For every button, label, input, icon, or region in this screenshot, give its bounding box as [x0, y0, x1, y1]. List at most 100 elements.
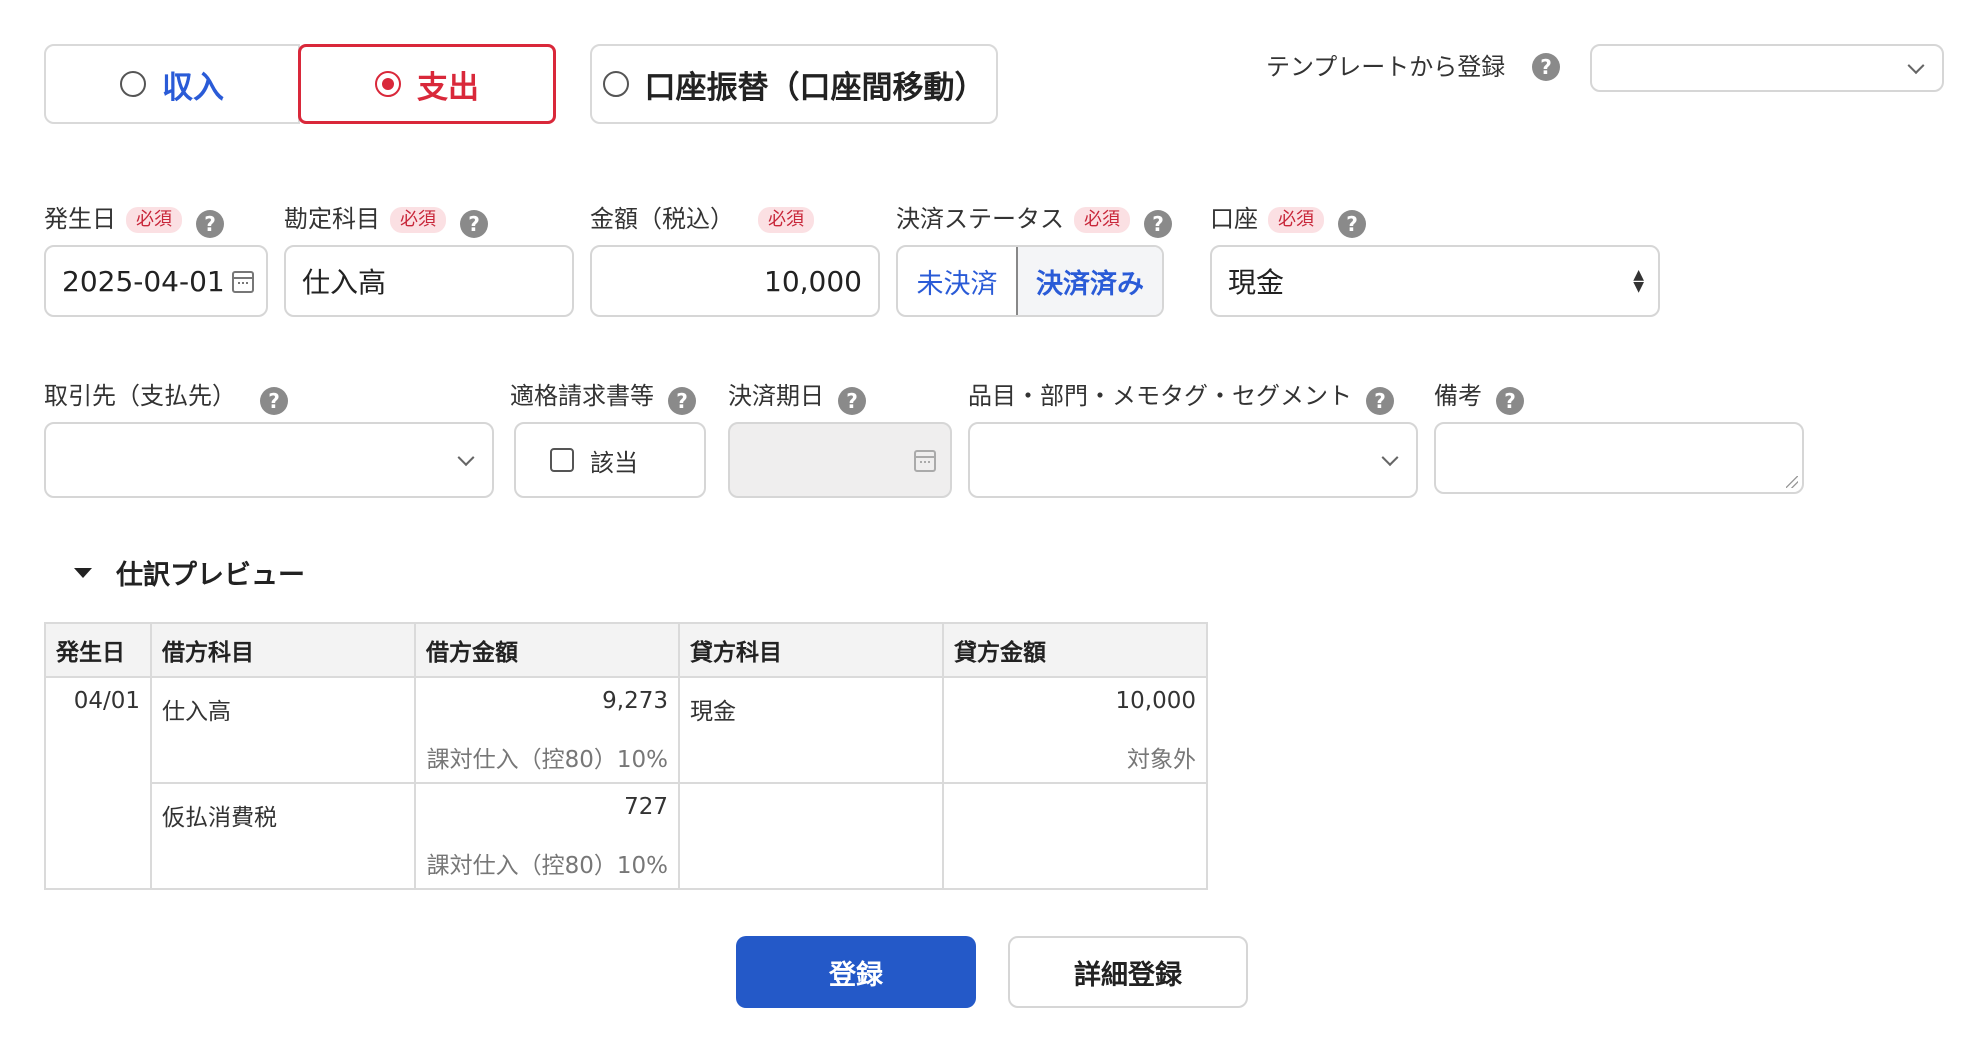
resize-handle-icon[interactable]	[1786, 476, 1798, 488]
chevron-down-icon	[1381, 449, 1399, 467]
credit-account	[678, 782, 944, 837]
credit-tax-category: 対象外	[942, 731, 1208, 784]
help-icon[interactable]: ?	[260, 387, 288, 415]
credit-account: 現金	[678, 676, 944, 731]
help-icon[interactable]: ?	[196, 210, 224, 238]
journal-preview-title: 仕訳プレビュー	[116, 560, 305, 591]
debit-amount: 9,273	[414, 676, 680, 731]
select-arrows-icon: ▲ ▼	[1633, 267, 1644, 295]
table-header-row: 発生日 借方科目 借方金額 貸方科目 貸方金額	[44, 622, 1208, 678]
invoice-checkbox-label: 該当	[590, 448, 638, 477]
table-row: 課対仕入（控80）10% 対象外	[45, 731, 1208, 784]
empty-cell	[678, 731, 944, 784]
items-label-group: 品目・部門・メモタグ・セグメント?	[968, 381, 1394, 415]
calendar-icon[interactable]	[232, 271, 254, 293]
items-label: 品目・部門・メモタグ・セグメント	[968, 382, 1352, 410]
template-select[interactable]	[1590, 44, 1944, 92]
help-icon[interactable]: ?	[838, 387, 866, 415]
debit-account: 仕入高	[150, 676, 416, 731]
column-header: 借方科目	[150, 622, 416, 678]
debit-account: 仮払消費税	[150, 782, 416, 837]
transaction-type-toggle: 収入 支出	[44, 44, 556, 124]
caret-down-icon	[74, 567, 92, 578]
radio-unselected-icon	[602, 71, 629, 97]
partner-label-group: 取引先（支払先）?	[44, 381, 288, 415]
empty-cell	[150, 837, 416, 890]
account-label: 勘定科目	[284, 205, 380, 233]
table-row: 課対仕入（控80）10%	[45, 837, 1208, 890]
radio-selected-icon	[375, 71, 401, 97]
required-badge: 必須	[126, 207, 182, 233]
help-icon[interactable]: ?	[668, 387, 696, 415]
journal-preview-toggle[interactable]: 仕訳プレビュー	[74, 553, 305, 592]
entry-date: 04/01	[44, 676, 152, 890]
status-label: 決済ステータス	[896, 205, 1064, 233]
calendar-icon	[914, 450, 936, 472]
due-date-label: 決済期日	[728, 382, 824, 410]
debit-tax-category: 課対仕入（控80）10%	[414, 837, 680, 890]
transfer-type-label: 口座振替（口座間移動）	[644, 69, 986, 106]
help-icon[interactable]: ?	[1366, 387, 1394, 415]
status-unpaid-button[interactable]: 未決済	[898, 247, 1016, 315]
required-badge: 必須	[758, 207, 814, 233]
items-select[interactable]	[968, 422, 1418, 498]
journal-preview-table: 発生日 借方科目 借方金額 貸方科目 貸方金額 04/01 仕入高 9,273 …	[44, 622, 1208, 890]
wallet-select[interactable]: 現金 ▲ ▼	[1210, 245, 1660, 317]
register-button[interactable]: 登録	[736, 936, 976, 1008]
partner-label: 取引先（支払先）	[44, 382, 236, 410]
status-label-group: 決済ステータス 必須?	[896, 204, 1172, 238]
credit-amount	[942, 782, 1208, 837]
help-icon[interactable]: ?	[1532, 53, 1560, 81]
due-label-group: 決済期日?	[728, 381, 866, 415]
radio-unselected-icon	[120, 71, 146, 97]
transfer-type-button[interactable]: 口座振替（口座間移動）	[590, 44, 998, 124]
help-icon[interactable]: ?	[460, 210, 488, 238]
wallet-label: 口座	[1210, 205, 1258, 233]
expense-type-button[interactable]: 支出	[298, 44, 556, 124]
help-icon[interactable]: ?	[1338, 210, 1366, 238]
memo-label-group: 備考?	[1434, 381, 1524, 415]
invoice-checkbox[interactable]	[550, 448, 574, 472]
empty-cell	[150, 731, 416, 784]
column-header: 貸方金額	[942, 622, 1208, 678]
date-input[interactable]: 2025-04-01	[44, 245, 268, 317]
amount-label-group: 金額（税込） 必須	[590, 204, 814, 234]
invoice-label-group: 適格請求書等?	[510, 381, 696, 415]
account-value: 仕入高	[302, 266, 387, 299]
partner-select[interactable]	[44, 422, 494, 498]
detail-register-button[interactable]: 詳細登録	[1008, 936, 1248, 1008]
debit-amount: 727	[414, 782, 680, 837]
invoice-checkbox-box[interactable]: 該当	[514, 422, 706, 498]
memo-textarea[interactable]	[1434, 422, 1804, 494]
account-input[interactable]: 仕入高	[284, 245, 574, 317]
credit-amount: 10,000	[942, 676, 1208, 731]
column-header: 貸方科目	[678, 622, 944, 678]
column-header: 借方金額	[414, 622, 680, 678]
empty-cell	[678, 837, 944, 890]
table-row: 04/01 仕入高 9,273 現金 10,000	[44, 676, 1208, 890]
amount-label: 金額（税込）	[590, 205, 734, 233]
amount-input[interactable]: 10,000	[590, 245, 880, 317]
template-label: テンプレートから登録	[1266, 53, 1506, 81]
amount-value: 10,000	[764, 264, 862, 298]
required-badge: 必須	[390, 207, 446, 233]
chevron-down-icon	[457, 449, 475, 467]
income-type-button[interactable]: 収入	[44, 44, 300, 124]
column-header: 発生日	[44, 622, 152, 678]
chevron-down-icon	[1907, 57, 1925, 75]
payment-status-toggle: 未決済 決済済み	[896, 245, 1164, 317]
help-icon[interactable]: ?	[1144, 210, 1172, 238]
status-paid-button[interactable]: 決済済み	[1016, 247, 1162, 315]
date-value: 2025-04-01	[62, 264, 225, 298]
required-badge: 必須	[1074, 207, 1130, 233]
date-label-group: 発生日 必須?	[44, 204, 224, 238]
table-row: 仮払消費税 727	[45, 782, 1208, 837]
memo-label: 備考	[1434, 382, 1482, 410]
debit-tax-category: 課対仕入（控80）10%	[414, 731, 680, 784]
credit-tax-category	[942, 837, 1208, 890]
due-date-input	[728, 422, 952, 498]
help-icon[interactable]: ?	[1496, 387, 1524, 415]
date-label: 発生日	[44, 205, 116, 233]
wallet-value: 現金	[1228, 266, 1285, 299]
account-label-group: 勘定科目 必須?	[284, 204, 488, 238]
